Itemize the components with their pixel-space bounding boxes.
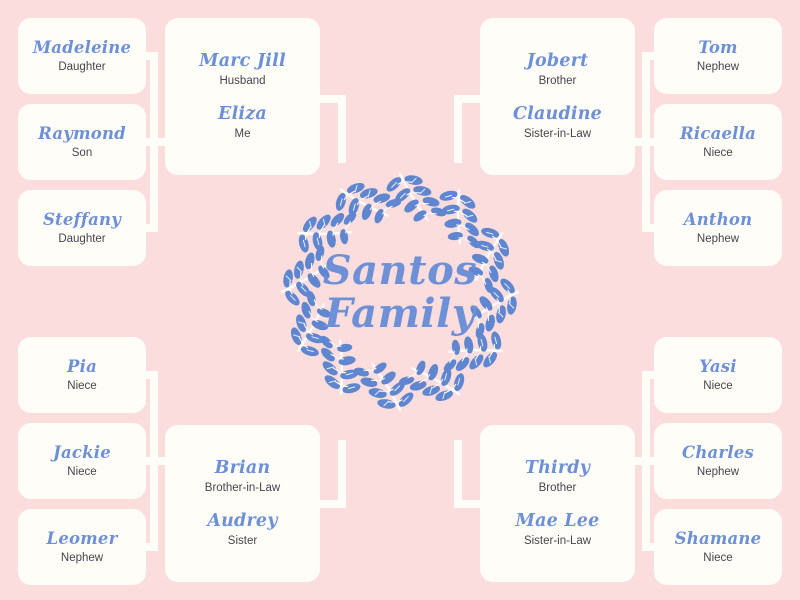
person-role: Daughter (58, 60, 106, 73)
person-role: Niece (703, 379, 733, 392)
person-role: Brother-in-Law (204, 482, 281, 495)
connector-center-bottom-left-drop (338, 440, 346, 508)
person-role: Sister-in-Law (523, 535, 592, 548)
connector-bottom-left-child-1 (146, 371, 158, 379)
person-card[interactable]: Ricaella Niece (654, 104, 782, 180)
person-name: Steffany (42, 209, 122, 229)
person-name: Thirdy (524, 457, 591, 478)
person-role: Brother (538, 482, 577, 495)
connector-top-right-child-3 (642, 224, 654, 232)
person-name: Marc Jill (199, 50, 286, 71)
person-name: Audrey (207, 511, 278, 531)
person-name: Shamane (674, 528, 762, 548)
person-role: Brother (538, 75, 577, 88)
person-role: Son (71, 146, 93, 159)
person-card[interactable]: Raymond Son (18, 104, 146, 180)
connector-top-left-child-3 (146, 224, 158, 232)
person-role: Niece (703, 551, 733, 564)
couple-card[interactable]: Brian Brother-in-Law Audrey Sister (165, 425, 320, 582)
person-card[interactable]: Leomer Nephew (18, 509, 146, 585)
person-card[interactable]: Pia Niece (18, 337, 146, 413)
person-card[interactable]: Yasi Niece (654, 337, 782, 413)
person-card[interactable]: Steffany Daughter (18, 190, 146, 266)
person-role: Nephew (696, 465, 740, 478)
person-name: Leomer (46, 528, 118, 548)
person-card[interactable]: Shamane Niece (654, 509, 782, 585)
couple-card[interactable]: Thirdy Brother Mae Lee Sister-in-Law (480, 425, 635, 582)
connector-top-right-child-1 (642, 52, 654, 60)
person-card[interactable]: Charles Nephew (654, 423, 782, 499)
laurel-wreath-icon (248, 140, 552, 444)
person-name: Anthon (683, 209, 753, 229)
person-name: Charles (682, 442, 754, 462)
person-card[interactable]: Madeleine Daughter (18, 18, 146, 94)
connector-center-bottom-right-drop (454, 440, 462, 508)
person-name: Mae Lee (515, 511, 600, 531)
family-tree-poster: Madeleine Daughter Raymond Son Steffany … (0, 0, 800, 600)
person-card[interactable]: Jackie Niece (18, 423, 146, 499)
person-role: Nephew (696, 232, 740, 245)
person-name: Tom (698, 37, 738, 57)
person-name: Claudine (513, 104, 602, 124)
person-name: Brian (214, 457, 271, 478)
person-role: Sister (227, 535, 258, 548)
connector-bottom-right-child-1 (642, 371, 654, 379)
person-role: Niece (703, 146, 733, 159)
person-name: Raymond (38, 123, 126, 143)
person-name: Madeleine (32, 37, 132, 57)
person-role: Daughter (58, 232, 106, 245)
connector-top-left-child-1 (146, 52, 158, 60)
person-name: Jobert (526, 50, 589, 71)
person-role: Nephew (696, 60, 740, 73)
person-card[interactable]: Tom Nephew (654, 18, 782, 94)
connector-bottom-left-child-3 (146, 543, 158, 551)
person-role: Niece (67, 379, 97, 392)
person-name: Eliza (218, 104, 267, 124)
person-role: Husband (219, 75, 266, 88)
person-name: Jackie (53, 442, 111, 462)
connector-bottom-right-child-3 (642, 543, 654, 551)
person-card[interactable]: Anthon Nephew (654, 190, 782, 266)
person-role: Niece (67, 465, 97, 478)
person-name: Pia (67, 356, 97, 376)
person-name: Ricaella (679, 123, 757, 143)
person-name: Yasi (699, 356, 737, 376)
person-role: Nephew (60, 551, 104, 564)
